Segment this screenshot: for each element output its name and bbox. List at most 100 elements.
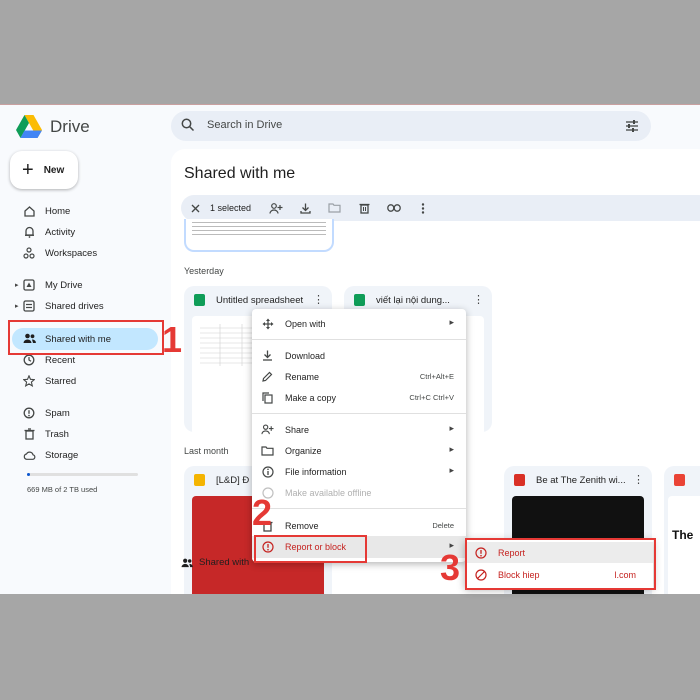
menu-item-share[interactable]: Share ▸ (252, 419, 466, 440)
submenu-arrow-icon: ▸ (449, 423, 454, 433)
submenu-arrow-icon: ▸ (449, 465, 454, 475)
menu-item-label: Rename (285, 372, 320, 382)
folder-icon (261, 444, 274, 457)
drive-logo-icon (16, 115, 42, 138)
section-label-yesterday: Yesterday (184, 266, 224, 276)
sidebar-item-label: Home (45, 205, 71, 217)
preview-text: The (672, 528, 694, 542)
sidebar-item-spam[interactable]: Spam (0, 403, 160, 423)
file-name: viết lại nội dung... (376, 295, 450, 306)
sidebar-item-workspaces[interactable]: Workspaces (0, 243, 160, 263)
file-name: Be at The Zenith wi... (536, 475, 626, 486)
shared-with-tab[interactable]: Shared with (181, 557, 249, 568)
sheets-icon (194, 294, 205, 306)
shared-drives-icon (22, 299, 36, 313)
sidebar-item-label: Starred (45, 375, 77, 387)
my-drive-icon (22, 278, 36, 292)
search-bar[interactable]: Search in Drive (171, 111, 651, 141)
trash-icon (22, 427, 36, 441)
menu-item-remove[interactable]: Remove Delete (252, 515, 466, 536)
menu-item-rename[interactable]: Rename Ctrl+Alt+E (252, 366, 466, 387)
search-options-icon[interactable] (625, 119, 639, 137)
sidebar-item-starred[interactable]: Starred (0, 371, 160, 391)
sidebar-item-label: Trash (45, 428, 69, 440)
search-input[interactable]: Search in Drive (207, 119, 282, 131)
new-button[interactable]: + New (10, 151, 78, 189)
sheets-icon (354, 294, 365, 306)
sidebar-item-my-drive[interactable]: ▸ My Drive (0, 275, 160, 295)
file-card[interactable]: The (664, 466, 700, 594)
drive-logo[interactable]: Drive (16, 115, 90, 138)
bell-icon (22, 225, 36, 239)
move-folder-icon[interactable] (326, 200, 342, 216)
menu-item-label: Download (285, 351, 326, 361)
sidebar-item-activity[interactable]: Activity (0, 222, 160, 242)
cloud-icon (22, 448, 36, 462)
divider (252, 413, 466, 414)
clear-selection-icon[interactable] (187, 200, 203, 216)
submenu-arrow-icon: ▸ (449, 444, 454, 454)
submenu-arrow-icon: ▸ (449, 317, 454, 327)
workspaces-icon (22, 246, 36, 260)
annotation-box-2 (254, 535, 367, 563)
shared-with-label: Shared with (199, 557, 250, 568)
star-icon (22, 374, 36, 388)
menu-item-organize[interactable]: Organize ▸ (252, 440, 466, 461)
divider (252, 339, 466, 340)
more-vert-icon[interactable] (415, 200, 431, 216)
sidebar-item-home[interactable]: Home (0, 201, 160, 221)
file-preview: The (668, 496, 700, 594)
download-icon (261, 349, 274, 362)
menu-item-label: File information (285, 467, 347, 477)
sidebar-item-shared-drives[interactable]: ▸ Shared drives (0, 296, 160, 316)
annotation-box-1 (8, 320, 164, 355)
link-icon[interactable] (386, 200, 402, 216)
storage-progress-bar (27, 473, 138, 476)
menu-item-download[interactable]: Download (252, 345, 466, 366)
annotation-number-3: 3 (440, 547, 461, 588)
copy-icon (261, 391, 274, 404)
new-button-label: New (43, 164, 65, 176)
sidebar-item-label: Activity (45, 226, 76, 238)
more-vert-icon[interactable]: ⋮ (633, 473, 644, 486)
sidebar-item-label: Spam (45, 407, 70, 419)
shortcut-text: Ctrl+Alt+E (419, 372, 454, 381)
selection-count: 1 selected (210, 203, 252, 213)
more-vert-icon[interactable]: ⋮ (313, 293, 324, 306)
sidebar-item-label: Shared drives (45, 300, 104, 312)
annotation-box-3 (465, 538, 656, 590)
clock-icon (22, 353, 36, 367)
trash-icon[interactable] (356, 200, 372, 216)
divider (252, 508, 466, 509)
shortcut-text: Ctrl+C Ctrl+V (409, 393, 454, 402)
menu-item-file-information[interactable]: File information ▸ (252, 461, 466, 482)
sidebar-item-label: Storage (45, 449, 79, 461)
sidebar-item-trash[interactable]: Trash (0, 424, 160, 444)
shortcut-text: Delete (432, 521, 454, 530)
menu-item-label: Share (285, 425, 310, 435)
search-icon[interactable] (181, 118, 195, 137)
selected-file-thumbnail[interactable] (184, 219, 334, 252)
sidebar-item-label: My Drive (45, 279, 83, 291)
menu-item-label: Remove (285, 521, 319, 531)
pencil-icon (261, 370, 274, 383)
people-icon (181, 558, 193, 567)
expand-caret-icon[interactable]: ▸ (15, 302, 19, 310)
expand-caret-icon[interactable]: ▸ (15, 281, 19, 289)
info-icon (261, 465, 274, 478)
sidebar-item-storage[interactable]: Storage (0, 445, 160, 465)
storage-usage-text: 669 MB of 2 TB used (27, 485, 98, 494)
more-vert-icon[interactable]: ⋮ (473, 293, 484, 306)
section-label-last-month: Last month (184, 446, 229, 456)
menu-item-label: Open with (285, 319, 326, 329)
menu-item-make-a-copy[interactable]: Make a copy Ctrl+C Ctrl+V (252, 387, 466, 408)
app-name: Drive (50, 116, 90, 136)
menu-item-open-with[interactable]: Open with ▸ (252, 313, 466, 334)
pdf-icon (674, 474, 685, 486)
annotation-number-1: 1 (162, 319, 183, 360)
download-icon[interactable] (297, 200, 313, 216)
share-person-add-icon[interactable] (268, 200, 284, 216)
sidebar-item-label: Workspaces (45, 247, 98, 259)
page-title: Shared with me (184, 165, 296, 182)
menu-item-label: Make a copy (285, 393, 337, 403)
